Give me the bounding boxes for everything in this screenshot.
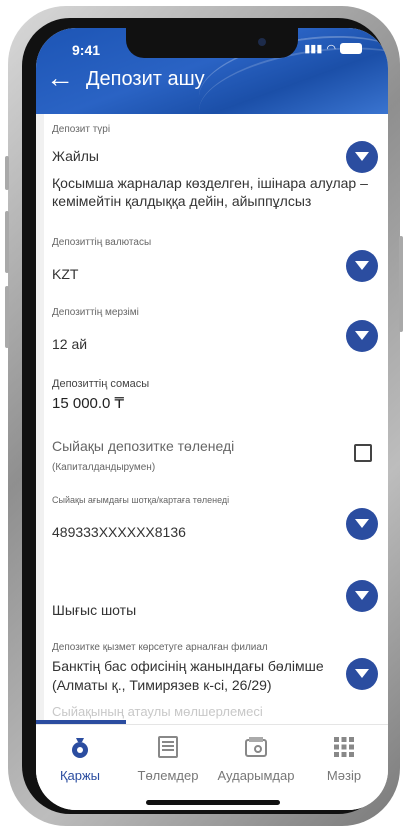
volume-up-button xyxy=(5,211,9,273)
payments-icon xyxy=(158,736,178,758)
expense-account-value: Шығыс шоты xyxy=(52,602,137,618)
wallet-transfer-icon xyxy=(245,737,267,757)
term-value: 12 ай xyxy=(52,336,88,352)
reward-sublabel: (Капиталдандырумен) xyxy=(52,462,156,473)
tab-finance[interactable]: Қаржы xyxy=(36,735,124,783)
chevron-down-icon[interactable] xyxy=(346,320,378,352)
wifi-icon: ◠ xyxy=(326,43,336,55)
chevron-down-icon[interactable] xyxy=(346,141,378,173)
term-label: Депозиттің мерзімі xyxy=(52,307,139,318)
branch-label: Депозитке қызмет көрсетуге арналған фили… xyxy=(52,642,268,653)
chevron-down-icon[interactable] xyxy=(346,250,378,282)
currency-value: KZT xyxy=(52,266,79,282)
branch-value-line1: Банктің бас офисінің жанындағы бөлімше xyxy=(52,658,324,674)
tab-transfers-label: Аударымдар xyxy=(217,768,295,783)
deposit-type-description: Қосымша жарналар көзделген, ішінара алул… xyxy=(52,175,368,209)
page-title: Депозит ашу xyxy=(86,68,205,90)
back-arrow-icon[interactable]: ← xyxy=(46,64,74,92)
chevron-down-icon[interactable] xyxy=(346,508,378,540)
expense-account-field[interactable]: Шығыс шоты xyxy=(44,568,388,635)
reward-label: Сыйақы депозитке төленеді xyxy=(52,438,235,454)
faded-field-label: Сыйақының атаулы мөлшерлемесі xyxy=(52,704,263,719)
currency-field[interactable]: Депозиттің валютасы KZT xyxy=(44,224,388,295)
camera-icon xyxy=(258,38,266,46)
tab-transfers[interactable]: Аударымдар xyxy=(212,735,300,783)
payout-account-label: Сыйақы ағымдағы шотқа/картаға төленеді xyxy=(52,495,230,505)
capitalization-checkbox[interactable] xyxy=(354,444,372,462)
amount-field[interactable]: Депозиттің сомасы 15 000.0 ₸ xyxy=(44,364,388,425)
tab-finance-label: Қаржы xyxy=(59,768,101,783)
payout-account-field[interactable]: Сыйақы ағымдағы шотқа/картаға төленеді 4… xyxy=(44,484,388,569)
form-content: Депозит түрі Жайлы Қосымша жарналар көзд… xyxy=(36,114,388,728)
mute-switch xyxy=(5,156,9,190)
screen: 9:41 ▮▮▮ ◠ ← Депозит ашу Депозит түрі Жа… xyxy=(36,28,388,810)
power-button xyxy=(399,236,403,332)
deposit-type-value: Жайлы xyxy=(52,148,99,164)
chevron-down-icon[interactable] xyxy=(346,580,378,612)
branch-field[interactable]: Депозитке қызмет көрсетуге арналған фили… xyxy=(44,634,388,711)
app-header: 9:41 ▮▮▮ ◠ ← Депозит ашу xyxy=(36,28,388,159)
volume-down-button xyxy=(5,286,9,348)
amount-label: Депозиттің сомасы xyxy=(52,378,150,390)
money-bag-icon xyxy=(72,738,88,758)
amount-value[interactable]: 15 000.0 ₸ xyxy=(52,394,124,412)
notch xyxy=(126,28,298,58)
deposit-type-label: Депозит түрі xyxy=(52,124,111,135)
deposit-type-field[interactable]: Депозит түрі Жайлы Қосымша жарналар көзд… xyxy=(44,114,388,225)
currency-label: Депозиттің валютасы xyxy=(52,237,152,248)
phone-frame: 9:41 ▮▮▮ ◠ ← Депозит ашу Депозит түрі Жа… xyxy=(5,6,403,826)
payout-account-value: 489333XXXXXX8136 xyxy=(52,524,186,540)
menu-grid-icon xyxy=(334,737,354,757)
tab-payments[interactable]: Төлемдер xyxy=(124,735,212,783)
term-field[interactable]: Депозиттің мерзімі 12 ай xyxy=(44,294,388,365)
signal-icon: ▮▮▮ xyxy=(304,43,323,55)
bottom-tab-bar: Қаржы Төлемдер Аударымдар Мәзір xyxy=(36,724,388,810)
status-icons: ▮▮▮ ◠ xyxy=(304,42,362,55)
reward-field: Сыйақы депозитке төленеді (Капиталдандыр… xyxy=(44,424,388,485)
battery-icon xyxy=(340,43,362,54)
tab-menu[interactable]: Мәзір xyxy=(300,735,388,783)
chevron-down-icon[interactable] xyxy=(346,658,378,690)
home-indicator[interactable] xyxy=(146,800,280,805)
tab-payments-label: Төлемдер xyxy=(137,768,199,783)
branch-value-line2: (Алматы қ., Тимирязев к-сі, 26/29) xyxy=(52,677,272,693)
tab-menu-label: Мәзір xyxy=(326,768,362,783)
status-time: 9:41 xyxy=(72,42,101,58)
